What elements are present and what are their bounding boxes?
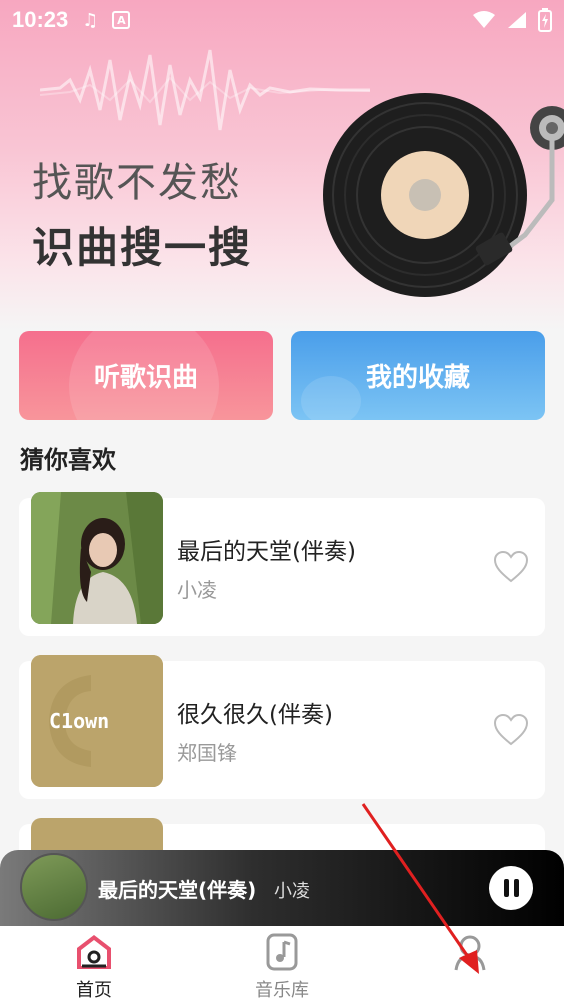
pause-button[interactable] [489,866,533,910]
heart-icon[interactable] [493,550,529,584]
my-favorites-label: 我的收藏 [365,363,470,393]
hero-title-line1: 找歌不发愁 [32,160,242,206]
signal-icon [508,12,526,28]
pause-icon [513,879,519,897]
bottom-tab-bar: 首页 音乐库 [0,926,564,1004]
hero-title-line2: 识曲搜一搜 [32,223,253,272]
tab-music-library-label: 音乐库 [255,980,309,1001]
battery-icon [538,8,552,32]
recognize-song-button[interactable]: 听歌识曲 [19,331,273,420]
button-decoration [301,376,361,420]
profile-icon [454,935,486,971]
status-time: 10:23 [12,7,69,32]
pause-icon [503,879,509,897]
song-card[interactable]: C1own 很久很久(伴奏) 郑国锋 [19,655,545,799]
my-favorites-button[interactable]: 我的收藏 [291,331,545,420]
home-icon [77,935,111,969]
song-title: 很久很久(伴奏) [177,702,333,728]
song-cover [31,492,163,624]
song-artist: 小凌 [177,578,217,602]
mini-player[interactable]: 最后的天堂(伴奏) 小凌 [0,850,564,926]
section-title: 猜你喜欢 [20,446,116,474]
song-card[interactable]: 最后的天堂(伴奏) 小凌 [19,492,545,636]
wifi-icon [473,11,495,28]
mini-player-title: 最后的天堂(伴奏) [98,878,257,902]
recognize-song-label: 听歌识曲 [93,363,198,393]
mini-player-cover [20,853,88,921]
heart-icon[interactable] [493,713,529,747]
album-art-image [31,492,163,624]
a-badge-icon: A [112,11,131,29]
tab-home[interactable]: 首页 [34,926,154,1004]
cover-text: C1own [49,709,109,733]
music-note-icon: ♫ [82,9,99,31]
tab-home-label: 首页 [76,980,112,1001]
tab-music-library[interactable]: 音乐库 [222,926,342,1004]
mini-player-artist: 小凌 [274,881,310,902]
song-artist: 郑国锋 [177,741,237,765]
hero-banner: 10:23 ♫ A 找歌不发愁 识曲搜一搜 [0,0,564,330]
vinyl-record-icon [323,93,564,297]
album-art-image: C1own [31,655,163,787]
music-library-icon [266,933,298,971]
tab-profile[interactable] [410,926,530,1004]
song-title: 最后的天堂(伴奏) [177,539,356,565]
status-bar: 10:23 ♫ A [0,0,564,40]
song-cover: C1own [31,655,163,787]
